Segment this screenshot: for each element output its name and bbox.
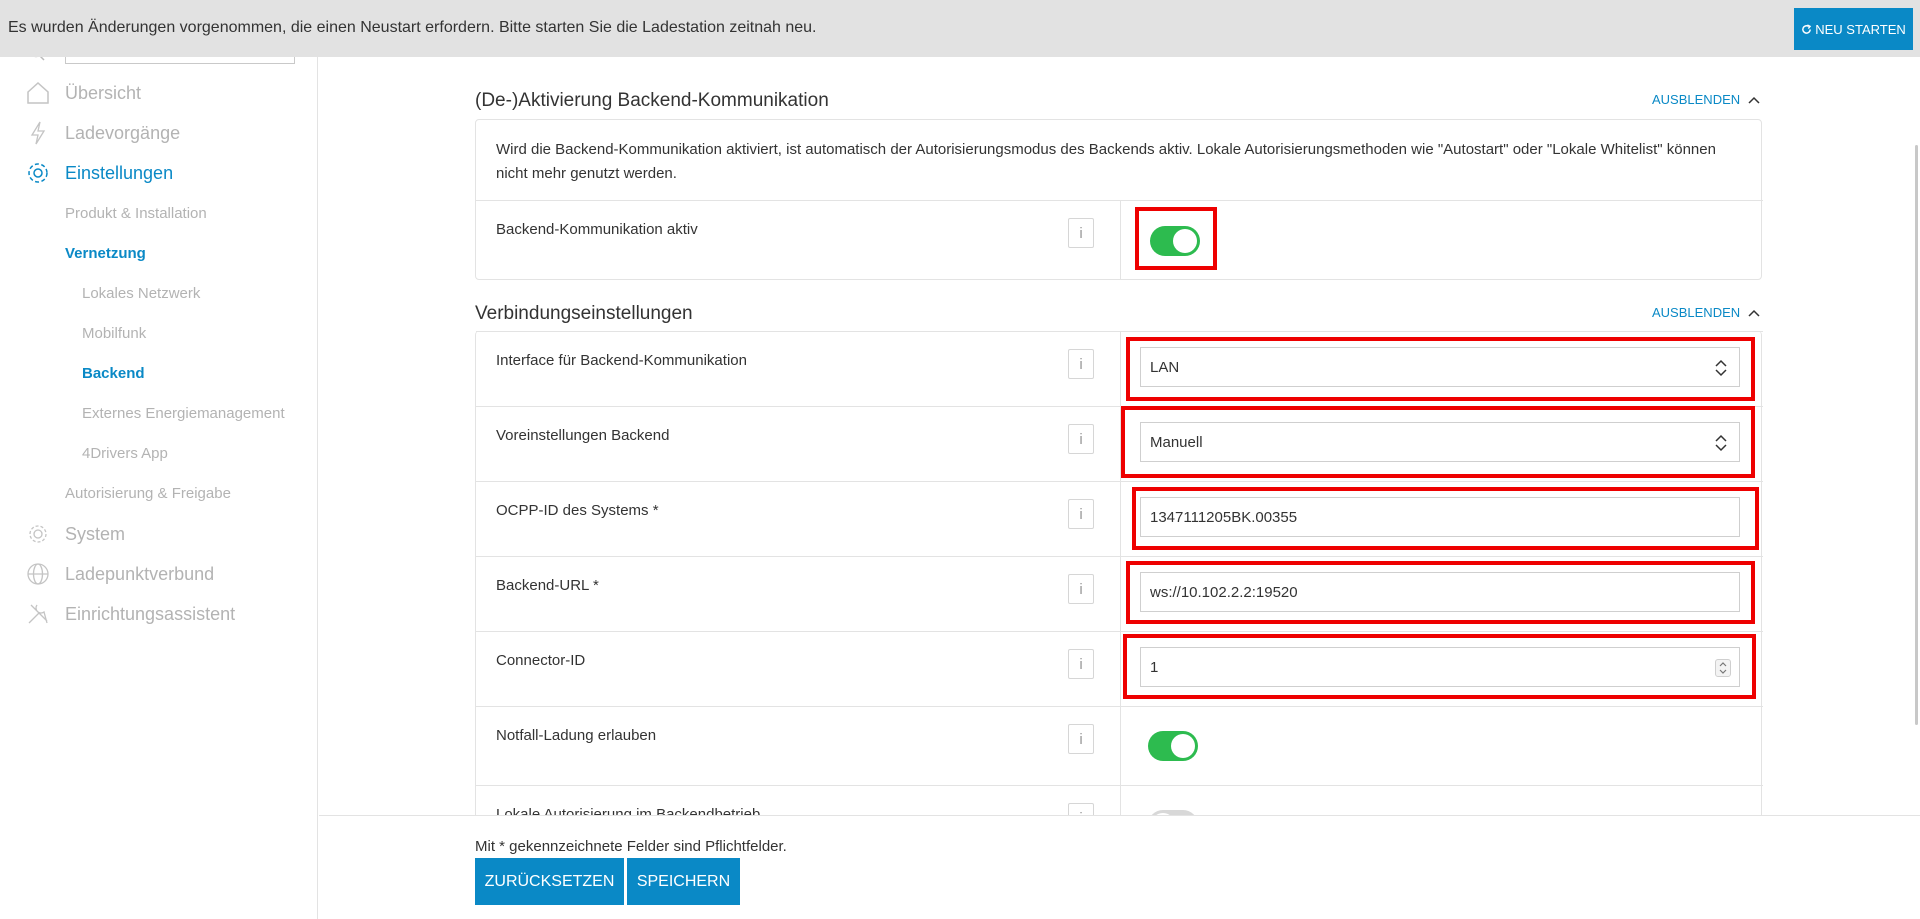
- sidebar-item-einrichtungsassistent[interactable]: Einrichtungsassistent: [28, 604, 236, 625]
- select-value: LAN: [1150, 358, 1180, 376]
- spin-arrows-icon: [1719, 662, 1727, 674]
- select-value: Manuell: [1150, 433, 1203, 451]
- hide-label: AUSBLENDEN: [1652, 92, 1741, 107]
- sidebar-item-ladevorgaenge[interactable]: Ladevorgänge: [30, 121, 181, 145]
- section-title-connection-settings: Verbindungseinstellungen: [475, 303, 693, 324]
- setting-row: Interface für Backend-Kommunikation i LA…: [476, 331, 1763, 406]
- reset-button[interactable]: ZURÜCKSETZEN: [475, 858, 624, 905]
- spin-buttons[interactable]: [1715, 659, 1731, 677]
- info-button[interactable]: i: [1068, 803, 1094, 815]
- setting-row: Connector-ID i 1: [476, 631, 1763, 706]
- info-button[interactable]: i: [1068, 499, 1094, 529]
- divider: [1120, 332, 1121, 406]
- updown-icon: [1715, 359, 1727, 377]
- row-label: Backend-URL *: [496, 577, 599, 594]
- sidebar-item-einstellungen[interactable]: Einstellungen: [28, 163, 174, 184]
- sidebar-subitem-mobilfunk[interactable]: Mobilfunk: [82, 325, 146, 342]
- connection-settings-card: Interface für Backend-Kommunikation i LA…: [475, 331, 1763, 815]
- sidebar-item-ladepunktverbund[interactable]: Ladepunktverbund: [27, 563, 215, 585]
- sidebar-item-label: System: [65, 524, 126, 544]
- input-value: 1: [1150, 658, 1159, 676]
- chevron-up-icon: [1748, 96, 1760, 104]
- divider: [1120, 557, 1121, 631]
- divider: [1120, 786, 1121, 815]
- backend-activation-card: Wird die Backend-Kommunikation aktiviert…: [475, 119, 1763, 280]
- main-content: (De-)Aktivierung Backend-Kommunikation A…: [319, 57, 1920, 815]
- interface-select[interactable]: LAN: [1140, 347, 1740, 387]
- info-button[interactable]: i: [1068, 724, 1094, 754]
- info-button[interactable]: i: [1068, 424, 1094, 454]
- sidebar-subitem-lokales-netzwerk[interactable]: Lokales Netzwerk: [82, 285, 200, 302]
- sidebar-item-label: Einstellungen: [65, 163, 174, 183]
- info-button[interactable]: i: [1068, 349, 1094, 379]
- ocpp-id-input[interactable]: 1347111205BK.00355: [1140, 497, 1740, 537]
- restart-button[interactable]: NEU STARTEN: [1794, 8, 1913, 50]
- wrench-icon: [24, 600, 52, 628]
- toggle-knob: [1173, 229, 1197, 253]
- sidebar-subitem-produkt-installation[interactable]: Produkt & Installation: [65, 205, 207, 222]
- required-fields-note: Mit * gekennzeichnete Felder sind Pflich…: [475, 838, 787, 855]
- info-button[interactable]: i: [1068, 218, 1094, 248]
- sidebar-item-uebersicht[interactable]: Übersicht: [27, 81, 142, 104]
- lightning-icon: [24, 119, 52, 147]
- sidebar-subitem-externes-energiemanagement[interactable]: Externes Energiemanagement: [82, 405, 285, 422]
- sidebar: Übersicht Ladevorgänge Einstellungen Pro…: [0, 0, 318, 919]
- info-text: Wird die Backend-Kommunikation aktiviert…: [496, 141, 1716, 182]
- globe-icon: [24, 560, 52, 588]
- divider: [1120, 632, 1121, 706]
- gear-icon: [24, 159, 52, 187]
- scrollbar[interactable]: [1915, 145, 1918, 725]
- save-button[interactable]: SPEICHERN: [627, 858, 740, 905]
- divider: [1120, 707, 1121, 785]
- info-button[interactable]: i: [1068, 649, 1094, 679]
- banner-text: Es wurden Änderungen vorgenommen, die ei…: [8, 19, 817, 36]
- setting-row: Backend-URL * i ws://10.102.2.2:19520: [476, 556, 1763, 631]
- form-footer: Mit * gekennzeichnete Felder sind Pflich…: [319, 815, 1920, 919]
- divider: [1120, 482, 1121, 556]
- sidebar-item-label: Einrichtungsassistent: [65, 604, 236, 624]
- hide-section-link[interactable]: AUSBLENDEN: [1652, 92, 1760, 107]
- sidebar-item-label: Ladevorgänge: [65, 123, 181, 143]
- sidebar-item-label: Übersicht: [65, 83, 142, 103]
- divider: [1120, 407, 1121, 481]
- emergency-charging-toggle[interactable]: [1148, 731, 1198, 761]
- section-title-backend-activation: (De-)Aktivierung Backend-Kommunikation: [475, 90, 829, 111]
- refresh-icon: [1802, 23, 1812, 34]
- setting-row: Backend-Kommunikation aktiv i: [476, 200, 1763, 280]
- restart-label: NEU STARTEN: [1815, 21, 1906, 37]
- setting-row: Notfall-Ladung erlauben i: [476, 706, 1763, 785]
- updown-icon: [1715, 434, 1727, 452]
- connector-id-stepper[interactable]: 1: [1140, 647, 1740, 687]
- input-value: ws://10.102.2.2:19520: [1150, 583, 1298, 601]
- backend-url-input[interactable]: ws://10.102.2.2:19520: [1140, 572, 1740, 612]
- setting-row: OCPP-ID des Systems * i 1347111205BK.003…: [476, 481, 1763, 556]
- sidebar-item-label: Ladepunktverbund: [65, 564, 215, 584]
- restart-banner: Es wurden Änderungen vorgenommen, die ei…: [0, 0, 1920, 57]
- sidebar-subitem-4drivers-app[interactable]: 4Drivers App: [82, 445, 168, 462]
- setting-row: Lokale Autorisierung im Backendbetrieb i: [476, 785, 1763, 815]
- row-label: Notfall-Ladung erlauben: [496, 727, 657, 744]
- row-label: Connector-ID: [496, 652, 586, 669]
- toggle-knob: [1171, 734, 1195, 758]
- row-label: Interface für Backend-Kommunikation: [496, 352, 747, 369]
- chevron-up-icon: [1748, 309, 1760, 317]
- setting-row: Voreinstellungen Backend i Manuell: [476, 406, 1763, 481]
- row-label: Voreinstellungen Backend: [496, 427, 670, 444]
- sidebar-item-system[interactable]: System: [29, 524, 126, 545]
- row-label: OCPP-ID des Systems *: [496, 502, 659, 519]
- divider: [1120, 201, 1121, 280]
- row-label: Backend-Kommunikation aktiv: [496, 221, 698, 238]
- backend-communication-toggle[interactable]: [1150, 226, 1200, 256]
- system-icon: [24, 520, 52, 548]
- row-label: Lokale Autorisierung im Backendbetrieb: [496, 806, 761, 815]
- hide-label: AUSBLENDEN: [1652, 305, 1741, 320]
- backend-preset-select[interactable]: Manuell: [1140, 422, 1740, 462]
- input-value: 1347111205BK.00355: [1150, 508, 1298, 526]
- sidebar-subitem-backend[interactable]: Backend: [82, 365, 145, 382]
- home-icon: [24, 79, 52, 107]
- info-button[interactable]: i: [1068, 574, 1094, 604]
- hide-section-link[interactable]: AUSBLENDEN: [1652, 305, 1760, 320]
- sidebar-subitem-vernetzung[interactable]: Vernetzung: [65, 245, 146, 262]
- sidebar-subitem-autorisierung-freigabe[interactable]: Autorisierung & Freigabe: [65, 485, 231, 502]
